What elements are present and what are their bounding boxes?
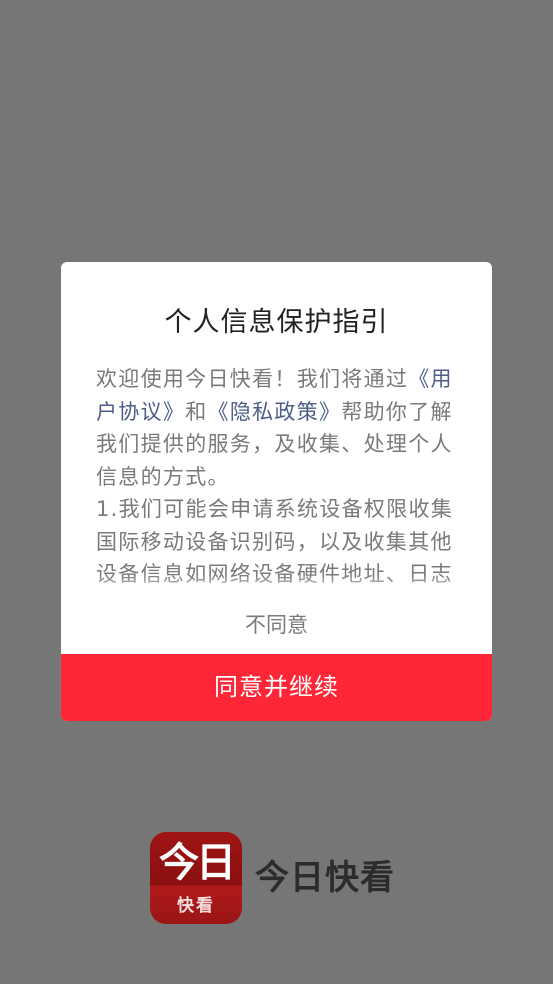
- privacy-policy-link[interactable]: 《隐私政策》: [208, 400, 342, 424]
- logo-badge-bottom-text: 快看: [177, 896, 215, 916]
- agree-continue-button[interactable]: 同意并继续: [61, 654, 492, 721]
- intro-and: 和: [185, 399, 208, 424]
- body-fade-overlay: [96, 575, 466, 593]
- app-screen: 个人信息保护指引 欢迎使用今日快看！我们将通过《用户协议》和《隐私政策》帮助你了…: [0, 0, 553, 984]
- app-logo-icon: 今日 快看: [150, 832, 242, 924]
- dialog-body-text: 欢迎使用今日快看！我们将通过《用户协议》和《隐私政策》帮助你了解我们提供的服务，…: [96, 363, 466, 593]
- disagree-button[interactable]: 不同意: [61, 603, 492, 647]
- dialog-title: 个人信息保护指引: [164, 307, 389, 338]
- logo-badge-top-text: 今日: [159, 840, 236, 886]
- intro-prefix: 欢迎使用今日快看！我们将通过: [96, 367, 409, 391]
- brand-logo: 今日 快看 今日快看: [150, 832, 410, 928]
- dialog-body-scroll[interactable]: 欢迎使用今日快看！我们将通过《用户协议》和《隐私政策》帮助你了解我们提供的服务，…: [96, 363, 466, 593]
- brand-name: 今日快看: [255, 858, 395, 898]
